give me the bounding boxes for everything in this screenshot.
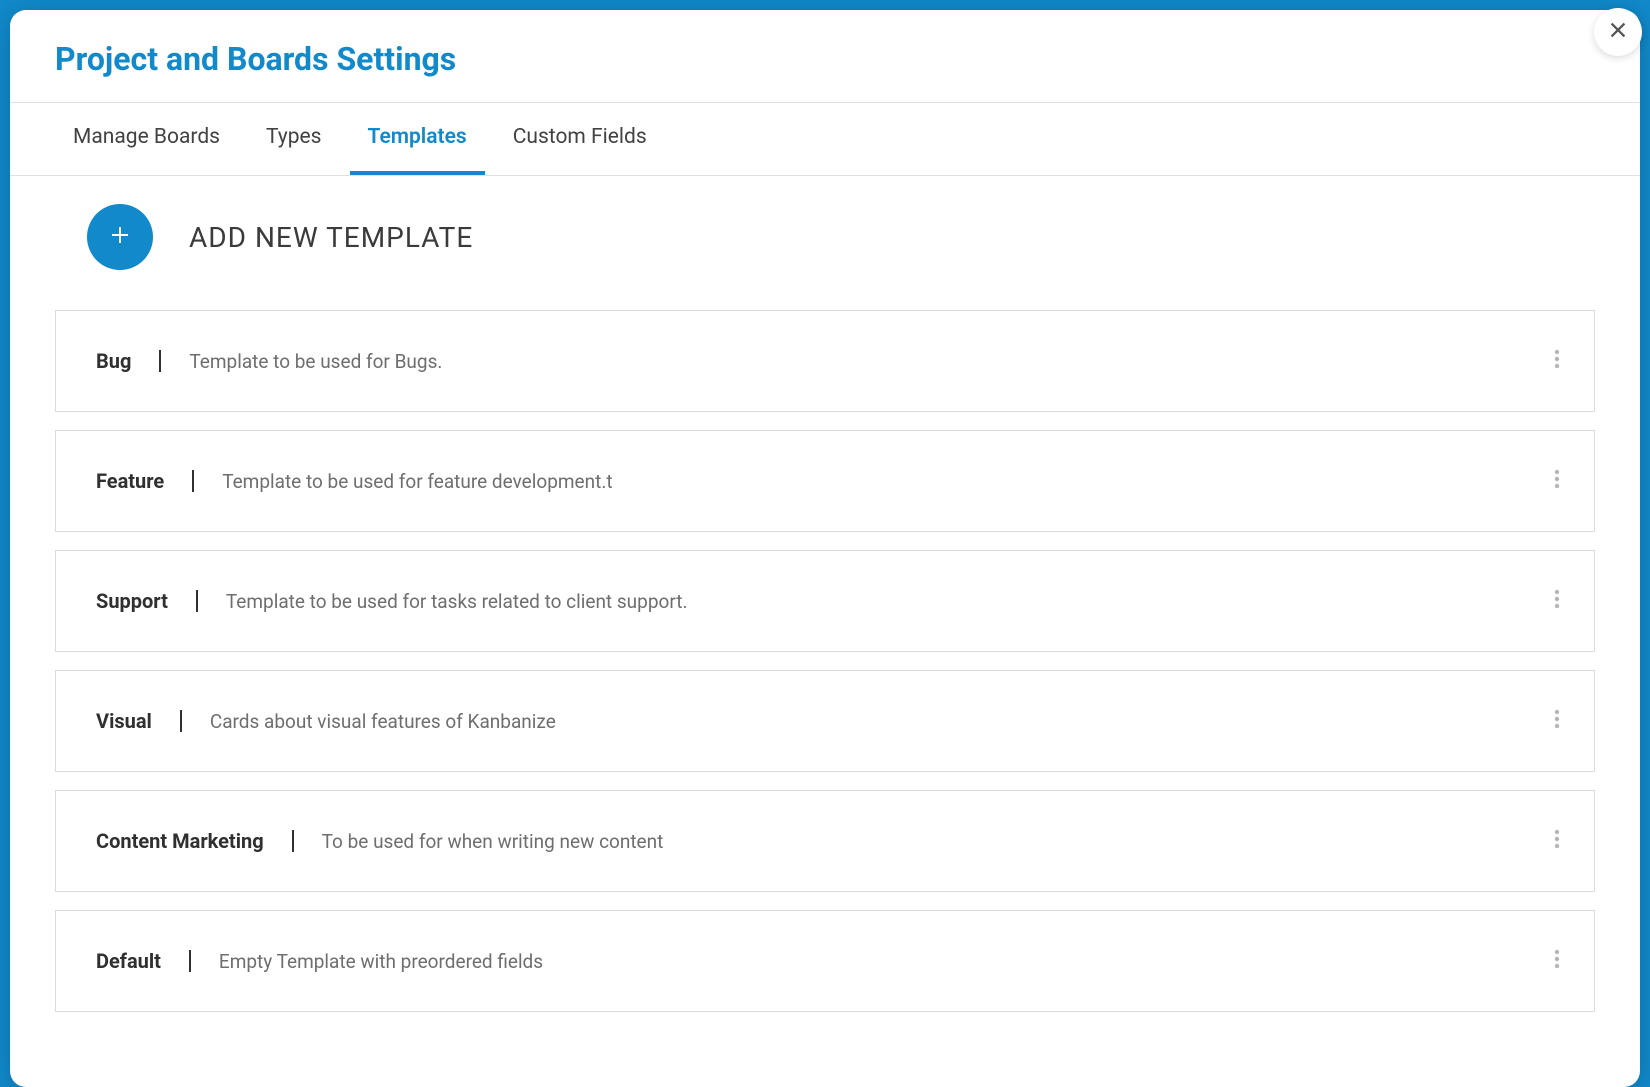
tab-label: Templates: [368, 125, 467, 149]
template-description: Template to be used for feature developm…: [222, 470, 612, 493]
tab-templates[interactable]: Templates: [350, 103, 485, 175]
tab-label: Custom Fields: [513, 125, 647, 149]
close-button[interactable]: [1594, 8, 1642, 56]
template-info: Visual Cards about visual features of Ka…: [96, 709, 556, 733]
template-row[interactable]: Visual Cards about visual features of Ka…: [55, 670, 1595, 772]
template-description: Template to be used for tasks related to…: [226, 590, 688, 613]
add-template-label: ADD NEW TEMPLATE: [189, 221, 473, 254]
plus-icon: [108, 223, 132, 251]
template-description: Empty Template with preordered fields: [219, 950, 543, 973]
modal-title: Project and Boards Settings: [55, 40, 1595, 78]
template-name: Content Marketing: [96, 829, 264, 853]
divider: [196, 590, 198, 612]
divider: [192, 470, 194, 492]
more-vertical-icon: [1554, 947, 1560, 975]
template-more-button[interactable]: [1544, 701, 1570, 741]
template-row[interactable]: Content Marketing To be used for when wr…: [55, 790, 1595, 892]
template-row[interactable]: Feature Template to be used for feature …: [55, 430, 1595, 532]
template-info: Default Empty Template with preordered f…: [96, 949, 543, 973]
template-list: Bug Template to be used for Bugs. Featur…: [55, 310, 1595, 1012]
template-more-button[interactable]: [1544, 341, 1570, 381]
tab-custom-fields[interactable]: Custom Fields: [495, 103, 665, 175]
add-template-button[interactable]: [87, 204, 153, 270]
tab-label: Types: [266, 125, 322, 149]
template-more-button[interactable]: [1544, 821, 1570, 861]
template-name: Support: [96, 589, 168, 613]
template-description: To be used for when writing new content: [322, 830, 664, 853]
template-description: Cards about visual features of Kanbanize: [210, 710, 556, 733]
template-row[interactable]: Support Template to be used for tasks re…: [55, 550, 1595, 652]
template-name: Feature: [96, 469, 164, 493]
tabs: Manage Boards Types Templates Custom Fie…: [10, 103, 1640, 176]
divider: [180, 710, 182, 732]
template-info: Content Marketing To be used for when wr…: [96, 829, 663, 853]
divider: [292, 830, 294, 852]
template-more-button[interactable]: [1544, 461, 1570, 501]
template-more-button[interactable]: [1544, 581, 1570, 621]
template-row[interactable]: Default Empty Template with preordered f…: [55, 910, 1595, 1012]
add-template-row: ADD NEW TEMPLATE: [55, 204, 1595, 270]
divider: [189, 950, 191, 972]
more-vertical-icon: [1554, 347, 1560, 375]
template-info: Bug Template to be used for Bugs.: [96, 349, 442, 373]
divider: [159, 350, 161, 372]
template-row[interactable]: Bug Template to be used for Bugs.: [55, 310, 1595, 412]
template-name: Default: [96, 949, 161, 973]
template-description: Template to be used for Bugs.: [189, 350, 442, 373]
template-name: Bug: [96, 349, 131, 373]
close-icon: [1607, 19, 1629, 45]
modal-header: Project and Boards Settings: [10, 10, 1640, 103]
tab-types[interactable]: Types: [248, 103, 340, 175]
template-name: Visual: [96, 709, 152, 733]
tab-manage-boards[interactable]: Manage Boards: [55, 103, 238, 175]
settings-modal: Project and Boards Settings Manage Board…: [10, 10, 1640, 1087]
more-vertical-icon: [1554, 707, 1560, 735]
more-vertical-icon: [1554, 467, 1560, 495]
tab-label: Manage Boards: [73, 125, 220, 149]
template-info: Support Template to be used for tasks re…: [96, 589, 687, 613]
more-vertical-icon: [1554, 587, 1560, 615]
template-more-button[interactable]: [1544, 941, 1570, 981]
template-info: Feature Template to be used for feature …: [96, 469, 613, 493]
templates-content: ADD NEW TEMPLATE Bug Template to be used…: [10, 176, 1640, 1052]
more-vertical-icon: [1554, 827, 1560, 855]
